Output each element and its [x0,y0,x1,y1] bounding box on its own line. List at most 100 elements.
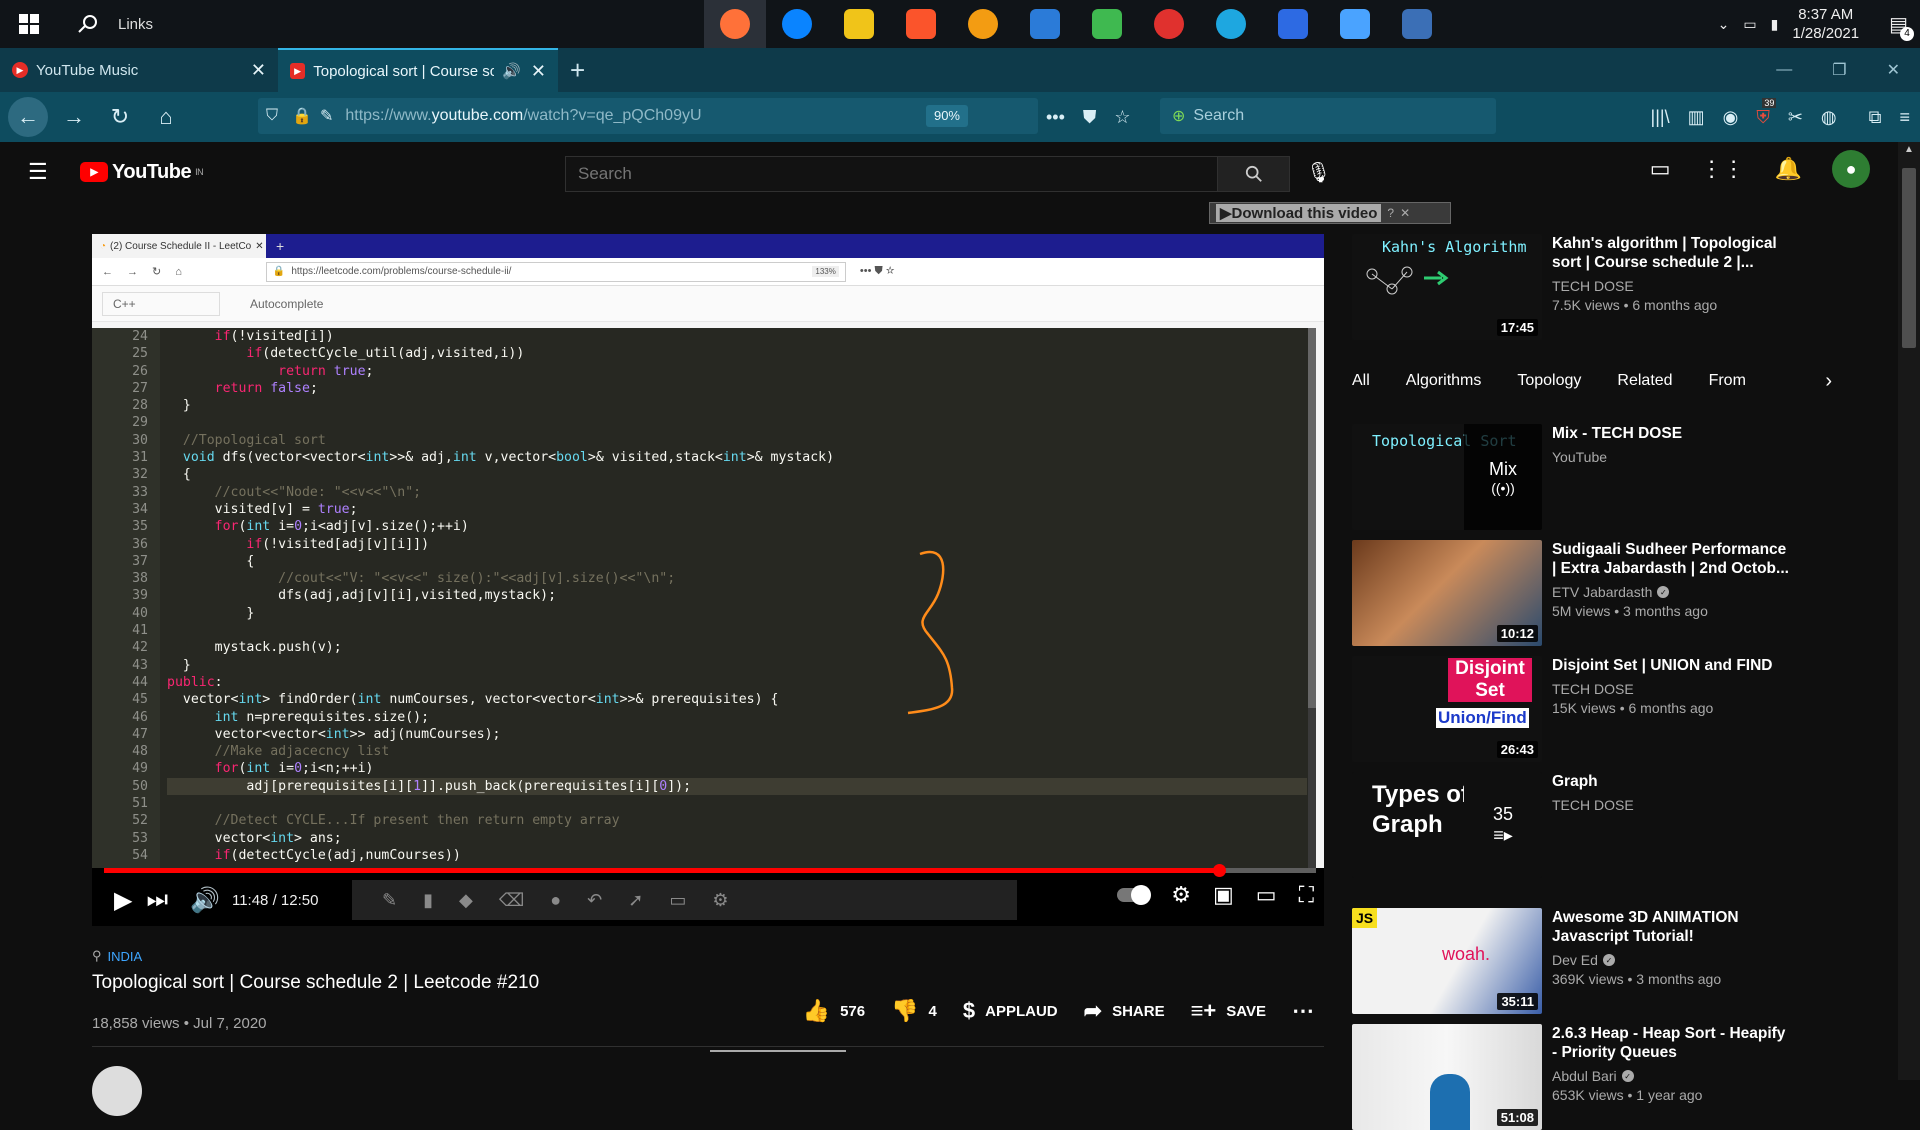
bookmark-star-icon[interactable]: ☆ [1114,107,1130,128]
browser-search-box[interactable]: ⊕ Search [1160,98,1496,134]
lock-icon[interactable]: 🔒 [292,106,312,126]
autoplay-toggle[interactable] [1117,885,1152,905]
apps-grid-icon[interactable]: ⋮⋮ [1701,156,1745,182]
video-thumbnail[interactable]: Topological Sort Mix ((•)) [1352,424,1542,530]
recommendation-item[interactable]: Topological Sort Mix ((•)) Mix - TECH DO… [1352,424,1892,530]
taskbar-app-7[interactable] [1076,0,1138,48]
new-tab-button[interactable]: + [558,48,597,92]
video-thumbnail[interactable]: 10:12 [1352,540,1542,646]
recommendation-channel[interactable]: YouTube [1552,449,1790,465]
video-location[interactable]: ⚲ INDIA [92,948,1324,964]
more-actions-button[interactable]: ⋯ [1292,998,1314,1024]
recommendation-channel[interactable]: Abdul Bari ✓ [1552,1068,1790,1084]
next-video-icon[interactable]: ⏭ [146,886,168,914]
recommendation-item[interactable]: Disjoint Set Union/Find 26:43 Disjoint S… [1352,656,1892,762]
recommendation-channel[interactable]: TECH DOSE [1552,278,1790,294]
tab-topological-sort[interactable]: ▶ Topological sort | Course sc 🔊 ✕ [278,48,558,92]
download-video-bar[interactable]: ▶Download this video ? ✕ [1209,202,1451,224]
zoom-badge[interactable]: 90% [925,105,968,127]
ublock-icon[interactable]: ⛨ 39 [1756,97,1777,128]
recommendation-title[interactable]: Disjoint Set | UNION and FIND [1552,656,1790,675]
battery-icon[interactable]: ▮ [1771,16,1779,33]
share-button[interactable]: ➦ SHARE [1084,998,1165,1024]
applaud-button[interactable]: $ APPLAUD [963,998,1058,1024]
minimize-icon[interactable]: — [1776,61,1792,79]
settings-gear-icon[interactable]: ⚙ [1171,882,1191,908]
create-video-icon[interactable]: ▭ [1650,156,1671,182]
scroll-up-icon[interactable]: ▲ [1904,144,1914,155]
play-icon[interactable]: ▶ [114,886,132,915]
screenshot-icon[interactable]: ✂ [1788,107,1803,128]
close-window-icon[interactable]: ✕ [1887,60,1900,80]
reload-button[interactable]: ↻ [100,97,140,137]
recommendation-title[interactable]: 2.6.3 Heap - Heap Sort - Heapify - Prior… [1552,1024,1790,1062]
home-button[interactable]: ⌂ [146,97,186,137]
like-button[interactable]: 👍 576 [803,998,865,1024]
windows-start-button[interactable] [0,0,58,48]
taskbar-clock[interactable]: 8:37 AM 1/28/2021 [1792,5,1859,43]
youtube-search-input[interactable] [566,157,1217,191]
extensions-grid-icon[interactable]: ⧉ [1869,107,1882,128]
restore-icon[interactable]: ❐ [1832,60,1846,80]
recommendation-channel[interactable]: Dev Ed ✓ [1552,952,1790,968]
taskbar-app-4[interactable] [890,0,952,48]
shield-icon[interactable]: ⛉ [266,107,278,125]
taskbar-app-2[interactable] [766,0,828,48]
video-thumbnail[interactable]: 51:08 [1352,1024,1542,1130]
taskbar-app-9[interactable] [1200,0,1262,48]
dislike-button[interactable]: 👎 4 [891,998,937,1024]
taskbar-app-12[interactable] [1386,0,1448,48]
video-thumbnail[interactable]: Kahn's Algorithm 17:45 [1352,234,1542,340]
theater-mode-icon[interactable]: ▭ [1256,882,1277,908]
page-scrollbar-thumb[interactable] [1902,168,1916,348]
taskbar-app-6[interactable] [1014,0,1076,48]
chip-topology[interactable]: Topology [1517,368,1581,394]
tab-youtube-music[interactable]: ▶ YouTube Music ✕ [0,48,278,92]
close-icon[interactable]: ✕ [1400,206,1410,220]
recommendation-item[interactable]: 51:08 2.6.3 Heap - Heap Sort - Heapify -… [1352,1024,1892,1130]
forward-button[interactable]: → [54,97,94,137]
account-icon[interactable]: ◉ [1723,107,1739,128]
audio-playing-icon[interactable]: 🔊 [502,62,521,80]
recommendation-channel[interactable]: ETV Jabardasth ✓ [1552,584,1790,600]
recommendation-title[interactable]: Graph [1552,772,1790,791]
taskbar-app-5[interactable] [952,0,1014,48]
library-icon[interactable]: |||\ [1651,107,1670,128]
chevron-up-icon[interactable]: ⌄ [1718,16,1730,33]
close-icon[interactable]: ✕ [251,60,266,81]
recommendation-item[interactable]: Types of Graph 35 ≡▸ Graph TECH DOSE [1352,772,1892,878]
user-avatar[interactable]: ● [1832,150,1870,188]
fullscreen-icon[interactable]: ⛶ [1299,882,1314,908]
taskbar-app-10[interactable] [1262,0,1324,48]
chip-algorithms[interactable]: Algorithms [1406,368,1482,394]
volume-icon[interactable]: 🔊 [190,886,220,915]
permissions-icon[interactable]: ✎ [320,106,333,126]
taskbar-app-3[interactable] [828,0,890,48]
sidebar-icon[interactable]: ▥ [1688,107,1705,128]
recommendation-item[interactable]: 10:12 Sudigaali Sudheer Performance | Ex… [1352,540,1892,646]
url-bar[interactable]: ⛉ 🔒 ✎ https://www. youtube.com/watch?v=qe… [258,98,1038,134]
chevron-right-icon[interactable]: › [1825,370,1832,393]
chip-related[interactable]: Related [1617,368,1672,394]
video-progress-bar[interactable] [104,864,1316,877]
channel-avatar[interactable] [92,1066,142,1116]
recommendation-title[interactable]: Awesome 3D ANIMATION Javascript Tutorial… [1552,908,1790,946]
video-thumbnail[interactable]: Disjoint Set Union/Find 26:43 [1352,656,1542,762]
recommendation-channel[interactable]: TECH DOSE [1552,681,1790,697]
taskbar-links-label[interactable]: Links [118,16,153,33]
page-scrollbar[interactable]: ▲ [1898,142,1920,1080]
extension-icon[interactable]: ◍ [1821,107,1837,128]
recommendation-title[interactable]: Sudigaali Sudheer Performance | Extra Ja… [1552,540,1790,578]
download-video-button[interactable]: ▶Download this video [1216,204,1382,222]
close-icon[interactable]: ✕ [531,61,546,82]
notifications-bell-icon[interactable]: 🔔 [1775,156,1802,182]
taskbar-search-button[interactable] [58,0,118,48]
video-thumbnail[interactable]: JS woah. 35:11 [1352,908,1542,1014]
menu-icon[interactable]: ≡ [1899,107,1910,128]
video-player[interactable]: ◔ (2) Course Schedule II - LeetCo ✕ + ← … [92,234,1324,926]
taskbar-app-1[interactable] [704,0,766,48]
notification-icon[interactable]: ▤ 4 [1889,12,1914,41]
youtube-logo[interactable]: ▶ YouTube IN [80,161,204,184]
chip-all[interactable]: All [1352,368,1370,394]
page-actions-icon[interactable]: ••• [1046,107,1065,128]
